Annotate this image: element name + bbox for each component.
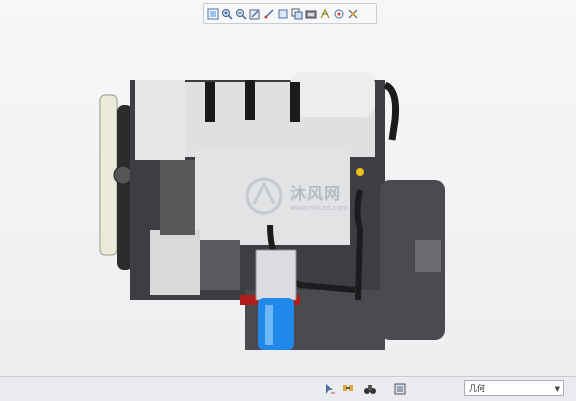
model-icon[interactable] xyxy=(392,381,408,397)
graphics-toolbar xyxy=(203,3,377,24)
zoom-in-icon[interactable] xyxy=(220,6,233,21)
filter-dropdown[interactable]: 几何 ▼ xyxy=(464,380,564,396)
repaint-icon[interactable] xyxy=(248,6,261,21)
engine-model[interactable] xyxy=(0,0,576,376)
saved-orientation-icon[interactable] xyxy=(262,6,275,21)
watermark-logo-icon xyxy=(245,177,283,215)
search-binoculars-icon[interactable] xyxy=(362,381,378,397)
datum-display-icon[interactable] xyxy=(318,6,331,21)
view-manager-icon[interactable] xyxy=(290,6,303,21)
zoom-fit-icon[interactable] xyxy=(206,6,219,21)
status-bar: 几何 ▼ xyxy=(0,376,576,401)
zoom-out-icon[interactable] xyxy=(234,6,247,21)
find-icon[interactable] xyxy=(340,381,356,397)
spin-center-icon[interactable] xyxy=(332,6,345,21)
watermark-text: 沐风网 xyxy=(290,184,342,203)
display-style-icon[interactable] xyxy=(276,6,289,21)
watermark-url: www.mfcad.com xyxy=(290,204,348,212)
graphics-viewport[interactable]: 沐风网 www.mfcad.com xyxy=(0,0,576,376)
filter-value: 几何 xyxy=(469,384,485,393)
selection-arrow-icon[interactable] xyxy=(322,381,338,397)
perspective-icon[interactable] xyxy=(304,6,317,21)
chevron-down-icon: ▼ xyxy=(554,385,560,393)
annotation-display-icon[interactable] xyxy=(346,6,359,21)
